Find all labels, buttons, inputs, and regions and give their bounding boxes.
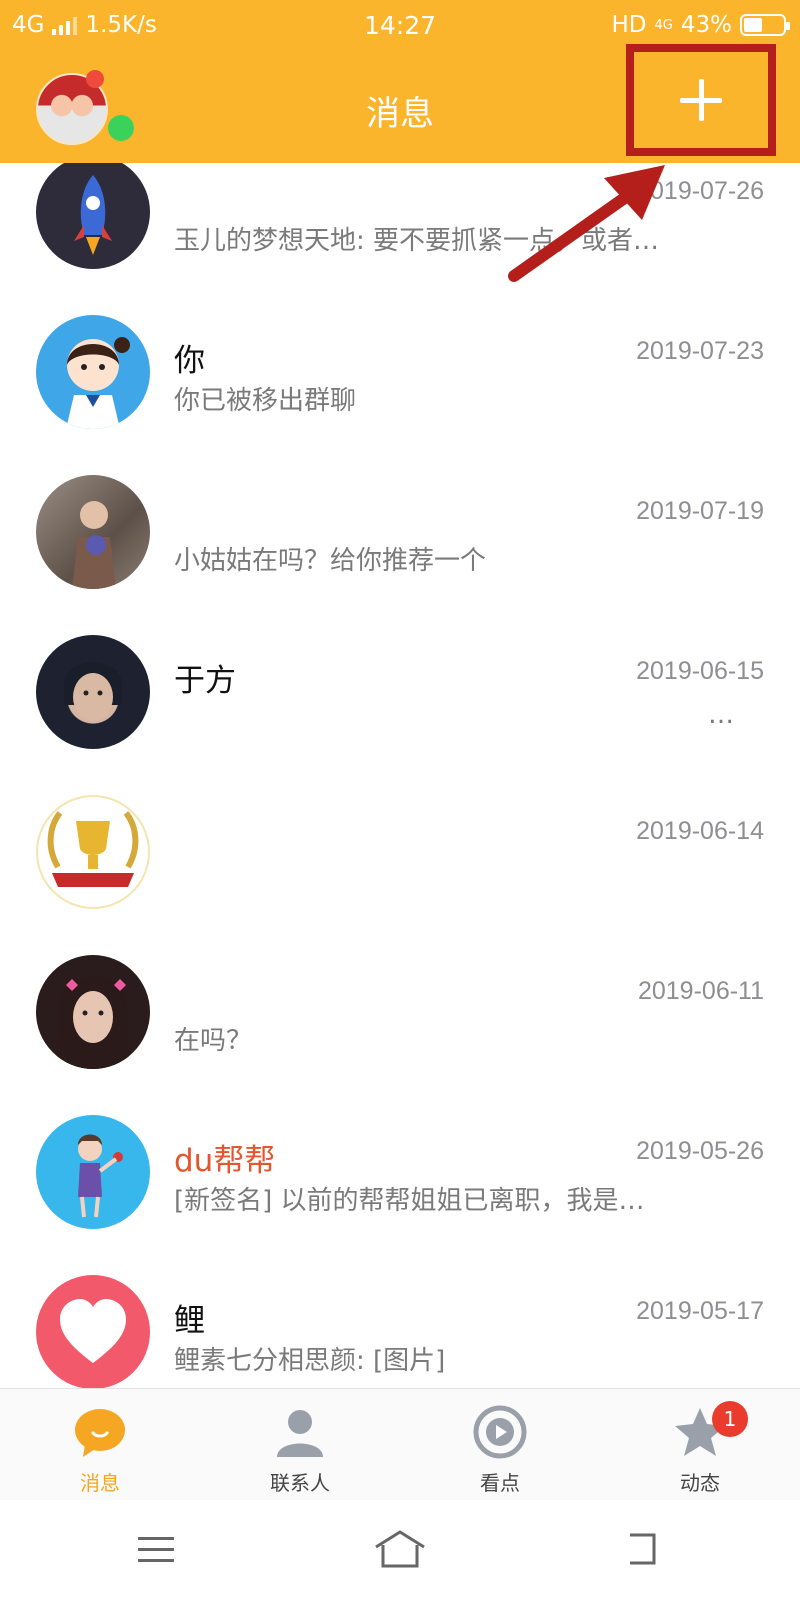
heart-icon [36, 1275, 150, 1389]
message-date: 2019-06-15 [636, 657, 764, 685]
message-row[interactable]: 2019-06-14 [0, 771, 800, 931]
app-header: 4G 1.5K/s 14:27 HD 4G 43% 消息 [0, 0, 800, 163]
message-date: 2019-07-26 [636, 177, 764, 205]
message-date: 2019-06-14 [636, 817, 764, 845]
contact-photo [36, 955, 150, 1069]
message-row[interactable]: 2019-07-19 小姑姑在吗？给你推荐一个 [0, 451, 800, 611]
tab-messages[interactable]: 消息 [0, 1389, 200, 1501]
home-icon [375, 1530, 425, 1568]
contact-photo [36, 635, 150, 749]
message-row[interactable]: 2019-06-11 在吗？ [0, 931, 800, 1091]
status-right: HD 4G 43% [611, 12, 790, 38]
hd-indicator: HD [611, 12, 647, 38]
message-row[interactable]: du帮帮 2019-05-26 [新签名] 以前的帮帮姐姐已离职，我是… [0, 1091, 800, 1251]
contact-photo [36, 475, 150, 589]
tab-dongtai[interactable]: 1 动态 [600, 1389, 800, 1501]
message-date: 2019-06-11 [637, 977, 764, 1005]
message-preview: … [708, 700, 734, 730]
message-preview: 玉儿的梦想天地: 要不要抓紧一点，或者… [174, 226, 660, 256]
contact-name: 于方 [174, 663, 236, 699]
system-nav-bar [0, 1500, 800, 1600]
message-preview: [新签名] 以前的帮帮姐姐已离职，我是… [174, 1186, 645, 1216]
message-preview: 小姑姑在吗？给你推荐一个 [174, 546, 487, 576]
message-list: 2019-07-26 玉儿的梦想天地: 要不要抓紧一点，或者… 你 2019-0… [0, 131, 800, 1411]
play-icon [473, 1405, 527, 1459]
battery-percent: 43% [680, 12, 732, 38]
contact-name: 鲤 [174, 1303, 205, 1339]
contact-name: du帮帮 [174, 1143, 276, 1179]
contact-icon [277, 1410, 323, 1457]
chat-bubble-icon [75, 1409, 125, 1457]
plus-icon [680, 79, 722, 121]
back-button[interactable] [612, 1524, 672, 1574]
message-preview: 你已被移出群聊 [174, 386, 357, 416]
tab-contacts[interactable]: 联系人 [200, 1389, 400, 1501]
bottom-tab-bar: 消息 联系人 看点 1 动态 [0, 1388, 800, 1501]
girl-cartoon-icon [36, 315, 150, 429]
notification-badge: 1 [712, 1401, 748, 1437]
tab-label: 看点 [480, 1471, 520, 1495]
message-preview: 鲤素七分相思颜: [图片] [174, 1346, 446, 1376]
message-row[interactable]: 你 2019-07-23 你已被移出群聊 [0, 291, 800, 451]
message-row[interactable]: 鲤 2019-05-17 鲤素七分相思颜: [图片] [0, 1251, 800, 1411]
message-date: 2019-07-19 [636, 497, 764, 525]
trophy-icon [36, 795, 150, 909]
tab-label: 动态 [680, 1471, 720, 1495]
rocket-icon [36, 155, 150, 269]
cartoon-avatar [36, 1115, 150, 1229]
message-row[interactable]: 于方 2019-06-15 … [0, 611, 800, 771]
battery-icon [740, 14, 790, 36]
tab-label: 联系人 [270, 1471, 330, 1495]
message-preview: 在吗？ [174, 1026, 253, 1056]
add-button[interactable] [626, 44, 776, 156]
net2-indicator: 4G [654, 17, 673, 33]
message-date: 2019-07-23 [636, 337, 764, 365]
message-date: 2019-05-17 [636, 1297, 764, 1325]
back-icon [630, 1533, 656, 1565]
tab-kandian[interactable]: 看点 [400, 1389, 600, 1501]
contact-name: 你 [174, 343, 205, 379]
message-date: 2019-05-26 [636, 1137, 764, 1165]
menu-icon [138, 1537, 174, 1562]
menu-button[interactable] [126, 1524, 186, 1574]
tab-label: 消息 [80, 1471, 120, 1495]
home-button[interactable] [370, 1524, 430, 1574]
